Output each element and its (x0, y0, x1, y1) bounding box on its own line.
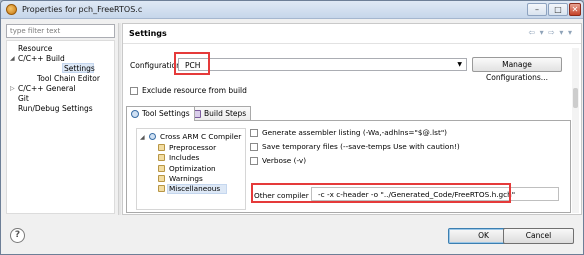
app-icon (6, 4, 17, 15)
tree-item-miscellaneous[interactable]: Miscellaneous (169, 184, 220, 193)
scrollbar-thumb[interactable] (573, 88, 578, 108)
configuration-select[interactable]: PCH ▼ (178, 58, 467, 71)
verbose-checkbox[interactable] (250, 157, 258, 165)
cancel-button[interactable]: Cancel (503, 228, 574, 244)
minimize-button[interactable]: – (527, 3, 547, 16)
tree-item-cpp-build[interactable]: C/C++ Build (18, 54, 65, 63)
tree-item-resource[interactable]: Resource (18, 44, 52, 53)
tree-item-git[interactable]: Git (18, 94, 29, 103)
tree-item-optimization[interactable]: Optimization (169, 164, 216, 173)
collapse-arrow-icon[interactable]: ◢ (140, 134, 145, 141)
settings-icon (158, 144, 165, 151)
tree-item-cpp-general[interactable]: C/C++ General (18, 84, 76, 93)
collapse-arrow-icon[interactable]: ◢ (10, 55, 15, 62)
tree-item-preprocessor[interactable]: Preprocessor (169, 143, 216, 152)
properties-dialog: Properties for pch_FreeRTOS.c – □ ✕ type… (0, 0, 584, 255)
manage-configurations-button[interactable]: Manage Configurations... (472, 57, 562, 82)
tree-item-cross-arm-c-compiler[interactable]: Cross ARM C Compiler (160, 132, 241, 141)
tool-settings-icon (131, 110, 139, 118)
close-button[interactable]: ✕ (569, 3, 581, 16)
tab-label: Build Steps (204, 109, 247, 118)
exclude-from-build-label: Exclude resource from build (142, 86, 247, 95)
settings-icon (158, 185, 165, 192)
tool-settings-panel: ◢ Cross ARM C Compiler Preprocessor Incl… (126, 120, 571, 213)
tree-item-includes[interactable]: Includes (169, 153, 199, 162)
tree-item-toolchain-editor[interactable]: Tool Chain Editor (37, 74, 100, 83)
tree-item-settings[interactable]: Settings (64, 64, 95, 73)
highlight-box-compiler-flags (251, 183, 511, 203)
vertical-scrollbar[interactable] (572, 48, 579, 213)
settings-page: Settings ⇦ ▾ ⇨ ▾ ▾ Configuration: PCH ▼ … (122, 23, 582, 215)
exclude-from-build-checkbox[interactable] (130, 87, 138, 95)
tab-tool-settings[interactable]: Tool Settings (126, 106, 195, 121)
settings-icon (158, 165, 165, 172)
help-button[interactable]: ? (10, 228, 25, 243)
pane-divider[interactable] (118, 23, 121, 215)
tab-label: Tool Settings (142, 109, 190, 118)
generate-assembler-listing-checkbox[interactable] (250, 129, 258, 137)
tool-options-tree: ◢ Cross ARM C Compiler Preprocessor Incl… (136, 128, 246, 210)
highlight-box-configuration (174, 52, 210, 75)
property-tree: Resource ◢ C/C++ Build Settings Tool Cha… (6, 40, 115, 214)
title-bar: Properties for pch_FreeRTOS.c – □ ✕ (1, 1, 583, 19)
generate-assembler-listing-label: Generate assembler listing (-Wa,-adhlns=… (262, 128, 448, 137)
tree-item-run-debug[interactable]: Run/Debug Settings (18, 104, 93, 113)
chevron-down-icon: ▼ (457, 61, 462, 68)
filter-input[interactable]: type filter text (6, 24, 115, 38)
settings-header: Settings ⇦ ▾ ⇨ ▾ ▾ (123, 24, 581, 44)
settings-icon (158, 175, 165, 182)
maximize-button[interactable]: □ (548, 3, 568, 16)
page-title: Settings (129, 29, 167, 38)
compiler-icon (149, 133, 156, 140)
history-nav-arrows-icon[interactable]: ⇦ ▾ ⇨ ▾ ▾ (528, 28, 573, 37)
save-temporary-files-label: Save temporary files (--save-temps Use w… (262, 142, 460, 151)
tab-build-steps[interactable]: Build Steps (188, 106, 252, 120)
tree-item-warnings[interactable]: Warnings (169, 174, 203, 183)
window-title: Properties for pch_FreeRTOS.c (22, 5, 143, 14)
verbose-label: Verbose (-v) (262, 156, 307, 165)
settings-icon (158, 154, 165, 161)
save-temporary-files-checkbox[interactable] (250, 143, 258, 151)
expand-arrow-icon[interactable]: ▷ (10, 85, 15, 92)
